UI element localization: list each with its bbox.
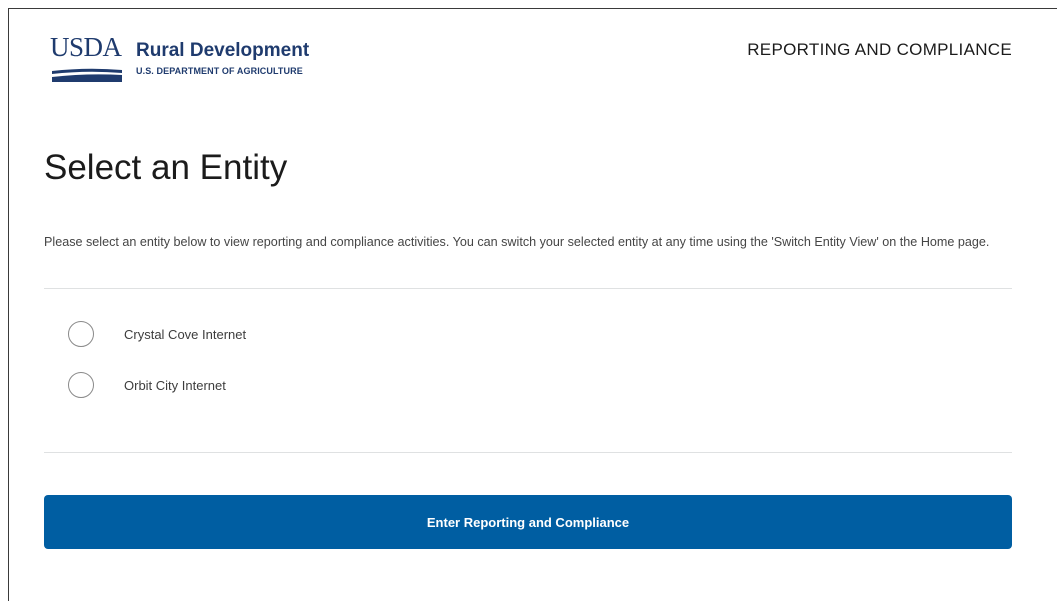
divider-top xyxy=(44,288,1012,289)
entity-option-orbit-city-internet[interactable]: Orbit City Internet xyxy=(68,369,468,403)
site-header: USDA Rural Development U.S. DEPARTMENT O… xyxy=(44,30,1024,100)
entity-label[interactable]: Orbit City Internet xyxy=(124,378,226,393)
entity-option-crystal-cove-internet[interactable]: Crystal Cove Internet xyxy=(68,318,468,352)
usda-rural-development-logo[interactable]: USDA Rural Development U.S. DEPARTMENT O… xyxy=(44,30,374,92)
department-name: U.S. DEPARTMENT OF AGRICULTURE xyxy=(136,66,303,76)
usda-logo-text: USDA xyxy=(50,32,122,62)
page-title: Select an Entity xyxy=(44,148,288,187)
instructions-text: Please select an entity below to view re… xyxy=(44,235,990,249)
enter-reporting-compliance-button[interactable]: Enter Reporting and Compliance xyxy=(44,495,1012,549)
entity-label[interactable]: Crystal Cove Internet xyxy=(124,327,246,342)
section-title: REPORTING AND COMPLIANCE xyxy=(747,40,1012,59)
radio-button[interactable] xyxy=(68,321,94,347)
radio-button[interactable] xyxy=(68,372,94,398)
agency-name: Rural Development xyxy=(136,40,310,61)
divider-bottom xyxy=(44,452,1012,453)
entity-radio-group: Crystal Cove Internet Orbit City Interne… xyxy=(68,318,468,420)
usda-logo-mark-icon xyxy=(52,68,122,82)
